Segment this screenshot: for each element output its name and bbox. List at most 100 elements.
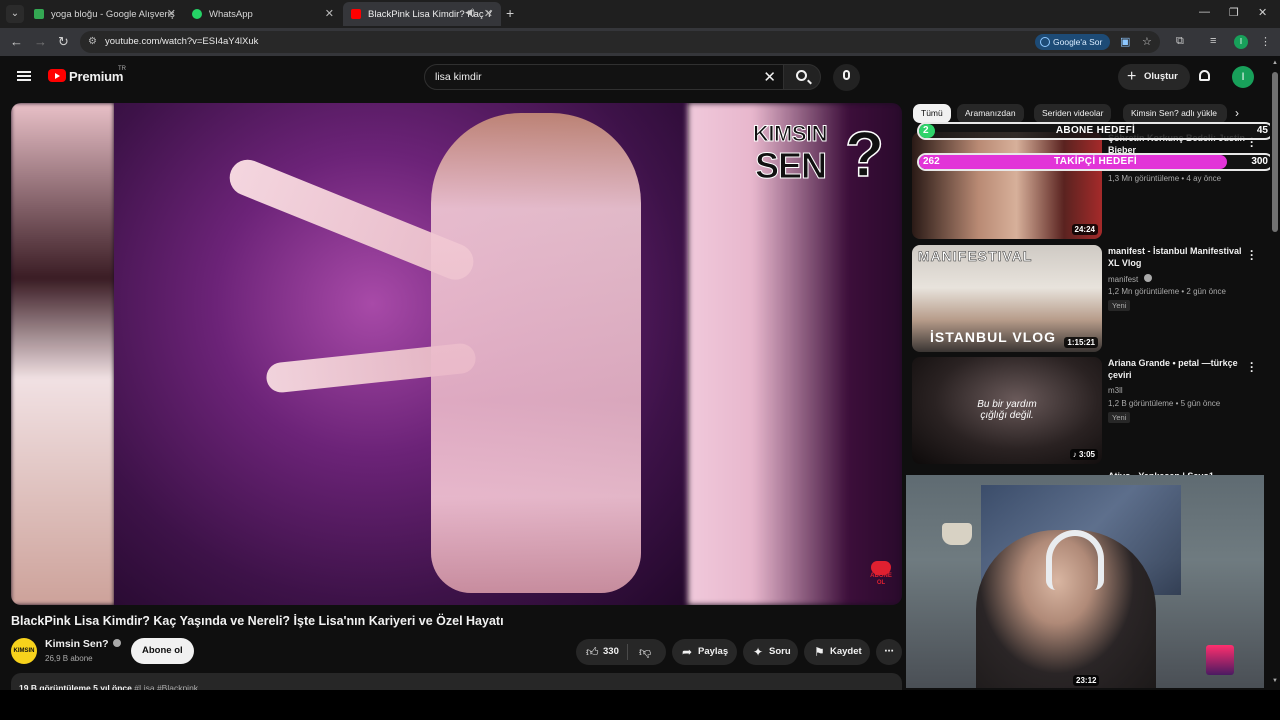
forward-icon[interactable]: → [34,34,47,49]
subscribe-button[interactable]: Abone ol [131,638,194,664]
page-scrollbar[interactable]: ▲ ▼ [1270,56,1280,690]
speaker-icon[interactable]: ◀) [465,7,475,18]
search-button[interactable] [783,64,821,90]
plus-icon: + [1127,68,1137,85]
watermark-line-2: SEN [754,145,827,187]
subscribe-watermark[interactable]: ABONE OL [866,561,896,591]
video-duration: ♪ 3:05 [1069,449,1098,460]
channel-name[interactable]: Kimsin Sen? [45,638,121,650]
region-code: TR [118,66,126,72]
recommendation-item[interactable]: Bu bir yardım çığlığı değil. ♪ 3:05 Aria… [912,357,1262,465]
performer-figure [431,113,641,593]
ask-button[interactable]: ✦ Soru [743,639,798,665]
window-close-icon[interactable]: ✕ [1258,6,1267,19]
chip-series-videos[interactable]: Seriden videolar [1034,104,1112,123]
like-dislike-group: 👍︎ 330 👎︎ [576,639,666,665]
thumbnail-caption: Bu bir yardım çığlığı değil. [977,399,1037,421]
sparkle-icon: ✦ [753,645,764,659]
account-avatar[interactable]: I [1232,66,1254,88]
chevron-right-icon[interactable]: › [1235,106,1239,120]
channel-avatar[interactable]: KIMSIN SEN? [11,638,37,680]
thumbs-down-icon[interactable]: 👎︎ [639,639,651,665]
site-info-icon[interactable]: ⚙ [88,36,100,48]
chip-channel-uploads[interactable]: Kimsin Sen? adlı yükle [1123,104,1227,123]
scroll-up-icon[interactable]: ▲ [1272,60,1278,66]
save-label: Kaydet [830,646,862,657]
search-query: lisa kimdir [435,71,482,83]
voice-search-button[interactable] [833,64,860,91]
video-player[interactable]: KIMSIN SEN ? ABONE OL [11,103,902,605]
divider [627,644,628,660]
recommendation-title[interactable]: Ariana Grande • petal —türkçe çeviri [1108,357,1248,381]
new-badge: Yeni [1108,300,1131,311]
more-options-icon[interactable]: ··· [1250,245,1254,265]
browser-menu-icon[interactable]: ⋮ [1260,35,1271,48]
share-arrow-icon: ➦ [682,645,693,659]
like-count[interactable]: 330 [603,639,619,665]
more-options-icon[interactable]: ··· [1250,357,1254,377]
recommendation-item[interactable]: MANIFESTIVAL İSTANBUL VLOG 1:15:21 manif… [912,245,1262,353]
video-frame-left-blur [11,103,114,605]
subscriber-goal-label: ABONE HEDEFİ [1055,125,1136,136]
media-control-icon[interactable]: ≡ [1210,35,1216,47]
kimsin-sen-watermark: KIMSIN SEN ? [753,117,885,193]
subscriber-goal-target: 45 [1256,125,1268,136]
tab-whatsapp[interactable]: WhatsApp ✕ [184,2,342,26]
video-duration: 1:15:21 [1064,337,1098,348]
question-mark-icon: ? [844,117,885,191]
tab-shopping[interactable]: yoga bloğu - Google Alışveriş ✕ [26,2,184,26]
bookmark-star-icon[interactable]: ☆ [1142,35,1152,48]
recommendation-title[interactable]: manifest - İstanbul Manifestival XL Vlog [1108,245,1248,269]
channel-name-text: manifest [1108,275,1139,284]
browser-tabstrip: ⌄ yoga bloğu - Google Alışveriş ✕ WhatsA… [0,0,1280,28]
youtube-logo-icon[interactable] [48,69,66,82]
scroll-down-icon[interactable]: ▼ [1272,678,1278,684]
follower-goal-target: 300 [1251,156,1268,167]
restore-icon[interactable]: ❐ [1229,6,1239,19]
ask-google-button[interactable]: Google'a Sor [1035,34,1111,50]
notifications-bell-icon[interactable] [1199,70,1210,81]
tab-title: WhatsApp [209,8,253,20]
video-thumbnail[interactable]: Bu bir yardım çığlığı değil. ♪ 3:05 [912,357,1102,464]
cast-icon[interactable]: ▣ [1120,35,1130,48]
minimize-icon[interactable]: — [1199,6,1210,18]
recommendation-item[interactable]: 24:24 Şöhretin Korkunç Bedeli: Justin Bi… [912,132,1262,240]
thumbnail-caption-top: MANIFESTIVAL [918,248,1033,265]
video-thumbnail[interactable]: MANIFESTIVAL İSTANBUL VLOG 1:15:21 [912,245,1102,352]
watermark-line-1: KIMSIN [753,121,829,147]
menu-icon[interactable] [17,71,31,81]
chip-all[interactable]: Tümü [913,104,951,123]
more-actions-icon[interactable]: ⋯ [876,639,902,665]
clear-search-icon[interactable]: ✕ [763,68,776,86]
save-button[interactable]: ⚑ Kaydet [804,639,870,665]
thumbnail-caption-bottom: İSTANBUL VLOG [930,329,1057,345]
reload-icon[interactable]: ↻ [58,34,69,50]
back-icon[interactable]: ← [10,34,23,49]
search-input[interactable]: lisa kimdir ✕ [424,64,785,90]
close-icon[interactable]: ✕ [484,7,493,20]
recommendation-channel[interactable]: m3ll [1108,386,1123,395]
follower-goal-label: TAKİPÇİ HEDEFİ [1054,156,1137,167]
close-icon[interactable]: ✕ [325,7,334,20]
premium-brand[interactable]: Premium [69,69,123,84]
whatsapp-icon [192,9,202,19]
ask-google-label: Google'a Sor [1053,37,1103,47]
browser-profile-icon[interactable]: I [1234,35,1248,49]
tab-search-icon[interactable]: ⌄ [6,5,24,23]
address-bar[interactable]: ⚙ youtube.com/watch?v=ESI4aY4lXuk [80,31,1160,53]
create-button[interactable]: + Oluştur [1118,64,1190,90]
scrollbar-thumb[interactable] [1272,72,1278,232]
new-tab-icon[interactable]: + [506,5,514,21]
search-icon [796,70,807,81]
chip-from-search[interactable]: Aramanızdan [957,104,1024,123]
share-button[interactable]: ➦ Paylaş [672,639,737,665]
video-thumbnail[interactable]: 24:24 [912,132,1102,239]
thumbs-up-icon[interactable]: 👍︎ [586,639,599,665]
duration-text: 3:05 [1078,450,1095,459]
tab-youtube[interactable]: BlackPink Lisa Kimdir? Kaç Y ◀) ✕ [343,2,501,26]
channel-name-text: Kimsin Sen? [45,638,109,650]
recommendation-channel[interactable]: manifest [1108,274,1153,284]
webcam-overlay [906,475,1264,688]
extensions-icon[interactable]: ⧉ [1176,35,1184,48]
close-icon[interactable]: ✕ [167,7,176,20]
